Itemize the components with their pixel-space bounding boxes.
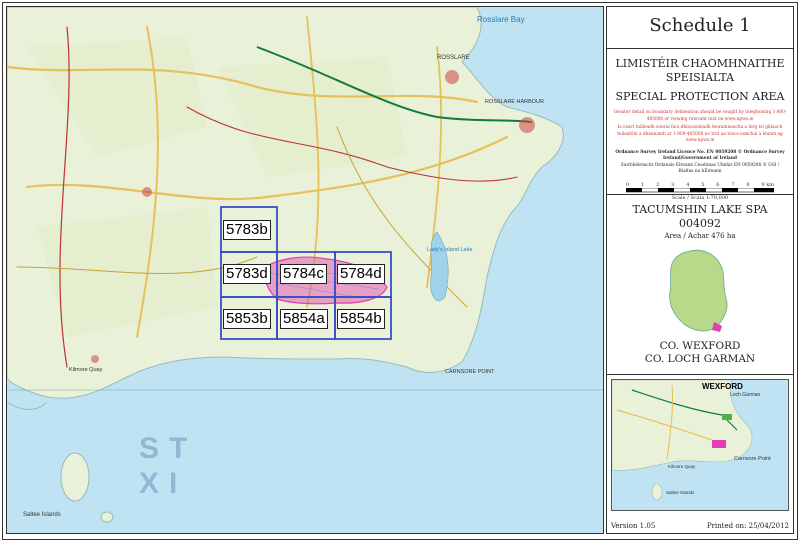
licence-text-irish: Suirbhéireacht Ordanáis Éireann Ceadúnas… (620, 162, 780, 175)
label-saltee: Saltee Islands (23, 512, 61, 518)
scale-tick: 3 (671, 181, 675, 188)
version-text: Version 1.05 (611, 522, 656, 530)
scale-tick: 4 (686, 181, 690, 188)
label-rosslare: ROSSLARE (437, 55, 470, 61)
site-area: Area / Achar 476 ha (664, 232, 736, 240)
scale-tick: 0 (626, 181, 630, 188)
tile-5784d[interactable]: 5784d (337, 264, 385, 284)
legend-panel: Schedule 1 LIMISTÉIR CHAOMHNAITHE SPEISI… (606, 6, 794, 534)
schedule-title: Schedule 1 (649, 15, 751, 36)
inset-label-wexford: WEXFORD (702, 382, 743, 391)
inset-label-loch-garman: Loch Garman (730, 392, 761, 398)
sea-letter-i: I (169, 467, 178, 500)
scale-ticks: 0 1 2 3 4 5 6 7 8 9 km (626, 182, 774, 188)
tile-5853b[interactable]: 5853b (223, 309, 271, 329)
county-irish: CO. LOCH GARMAN (644, 353, 756, 365)
spa-info: LIMISTÉIR CHAOMHNAITHE SPEISIALTA SPECIA… (607, 49, 793, 201)
tile-5784c[interactable]: 5784c (280, 264, 327, 284)
irish-title-1: LIMISTÉIR CHAOMHNAITHE (615, 57, 785, 70)
tile-5854b[interactable]: 5854b (337, 309, 385, 329)
inset-map[interactable]: WEXFORD Loch Garman Carnsore Point Kilmo… (611, 379, 789, 511)
english-title: SPECIAL PROTECTION AREA (615, 90, 785, 103)
irish-title-2: SPEISIALTA (665, 71, 735, 84)
printed-date: Printed on: 25/04/2012 (706, 522, 789, 530)
inset-label-saltee: Saltee Islands (666, 490, 695, 495)
label-lady-lake: Lady's Island Lake (427, 247, 473, 253)
tile-5854a[interactable]: 5854a (280, 309, 328, 329)
scale-tick: 8 (746, 181, 750, 188)
scale-tick: 6 (716, 181, 720, 188)
label-rosslare-bay: Rosslare Bay (477, 15, 525, 24)
scale-tick: 9 km (761, 181, 774, 188)
main-map[interactable]: S T X I Rosslare Bay ROSSLARE ROSSLARE H… (6, 6, 604, 534)
scale-tick: 7 (731, 181, 735, 188)
schedule-header: Schedule 1 (607, 7, 793, 49)
notice-english: Greater detail on boundary delineation s… (613, 110, 787, 122)
site-code: 004092 (679, 217, 721, 230)
tile-5783d[interactable]: 5783d (223, 264, 271, 284)
sea-letter-x: X (139, 467, 160, 500)
sea-letter-t: T (169, 432, 188, 465)
label-kilmore: Kilmore Quay (69, 367, 103, 373)
scale-tick: 2 (656, 181, 660, 188)
county-english: CO. WEXFORD (659, 340, 741, 352)
ireland-county-outline (669, 249, 728, 332)
site-info: TACUMSHIN LAKE SPA 004092 Area / Achar 4… (607, 195, 793, 375)
licence-text: Ordnance Survey Ireland Licence No. EN 0… (615, 149, 785, 162)
inset-label-kilmore: Kilmore Quay (668, 464, 696, 469)
site-name: TACUMSHIN LAKE SPA (632, 203, 768, 216)
inset-label-carnsore: Carnsore Point (734, 456, 771, 462)
label-rosslare-harbour: ROSSLARE HARBOUR (485, 99, 544, 105)
tile-5783b[interactable]: 5783b (223, 220, 271, 240)
label-carnsore: CARNSORE POINT (445, 369, 495, 375)
notice-irish: Is ceart tuilleadh sonraí faoi dhíscaoil… (617, 125, 783, 143)
sea-letter-s: S (139, 432, 160, 465)
scale-tick: 1 (641, 181, 645, 188)
scale-tick: 5 (701, 181, 705, 188)
inset-map-canvas (612, 380, 753, 501)
